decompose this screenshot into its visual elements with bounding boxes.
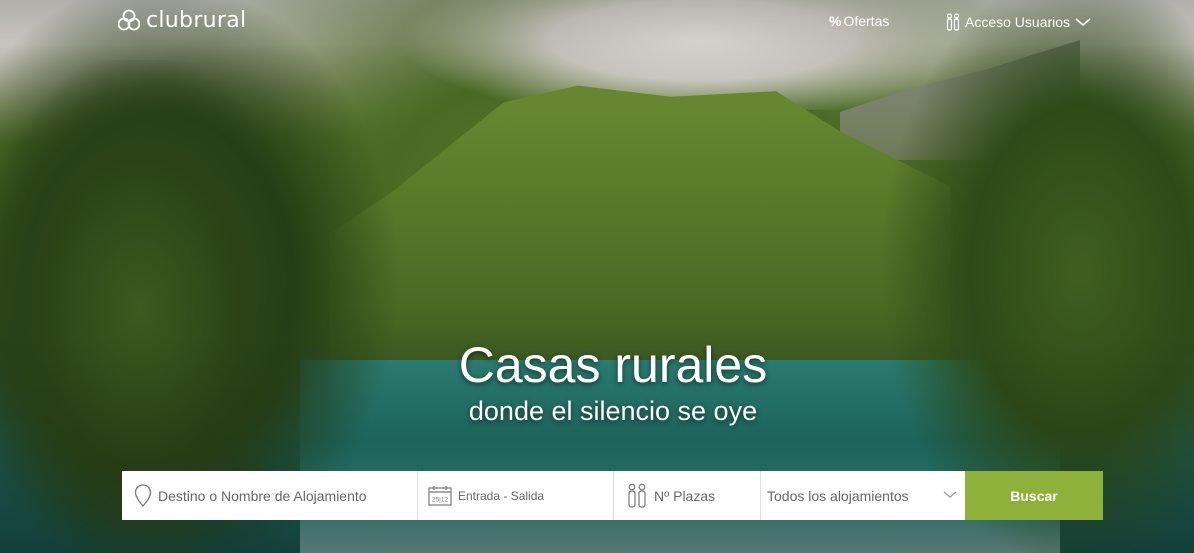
hero-title: Casas rurales (458, 337, 768, 393)
dates-input[interactable]: 25|12 Entrada - Salida (418, 471, 614, 520)
chevron-down-icon (1075, 18, 1091, 26)
accommodation-type-select[interactable]: Todos los alojamientos (761, 471, 965, 520)
nav-user-access[interactable]: Acceso Usuarios (946, 13, 1091, 31)
hero-subtitle: donde el silencio se oye (468, 396, 758, 426)
logo-icon (118, 9, 140, 30)
calendar-icon-text: 25|12 (432, 496, 449, 503)
nav-user-access-label: Acceso Usuarios (965, 14, 1071, 30)
logo[interactable]: clubrural (118, 8, 246, 33)
accommodation-type-value: Todos los alojamientos (767, 487, 909, 504)
places-input[interactable]: Nº Plazas (614, 471, 761, 520)
search-bar: Destino o Nombre de Alojamiento 25|12 En… (122, 471, 1103, 520)
percent-icon: % (829, 13, 842, 29)
dates-placeholder: Entrada - Salida (458, 488, 545, 503)
destination-input[interactable]: Destino o Nombre de Alojamiento (122, 471, 418, 520)
users-icon (946, 13, 960, 31)
places-placeholder: Nº Plazas (654, 487, 716, 504)
destination-placeholder: Destino o Nombre de Alojamiento (158, 487, 367, 504)
nav-offers[interactable]: % Ofertas (829, 13, 889, 29)
people-icon (626, 483, 648, 509)
location-pin-icon (134, 483, 152, 508)
search-button[interactable]: Buscar (965, 471, 1103, 520)
calendar-icon: 25|12 (428, 485, 452, 507)
logo-text: clubrural (146, 8, 247, 33)
nav-offers-label: Ofertas (843, 13, 890, 29)
chevron-down-icon (943, 491, 957, 498)
